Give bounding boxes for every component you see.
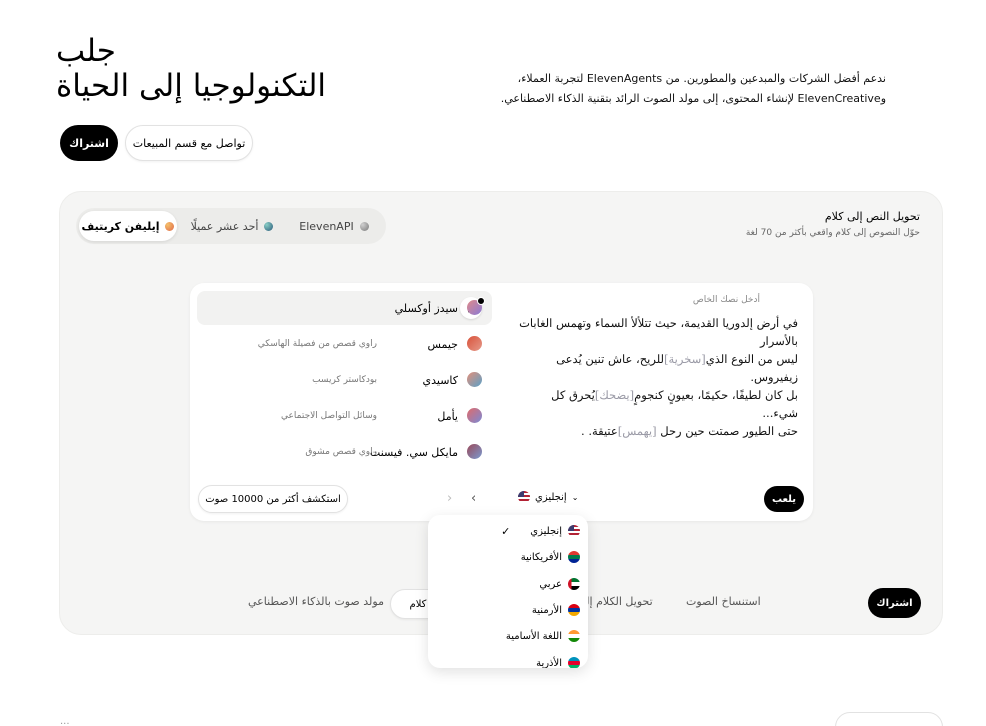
tag-laughs: [يضحك] [594, 388, 635, 402]
language-option[interactable]: الأذرية [436, 650, 580, 668]
tab-label: أحد عشر عميلًا [190, 219, 259, 233]
chevron-right-icon[interactable]: › [447, 491, 452, 506]
tag-sarcasm: [سخرية] [664, 352, 706, 366]
tab-speech-to-text[interactable]: تحويل الكلام إلى [577, 595, 653, 608]
voice-description: راوي قصص من فصيلة الهاسكي [257, 339, 377, 349]
tab-ai-voice-generator[interactable]: مولد صوت بالذكاء الاصطناعي [248, 595, 384, 608]
voice-item[interactable]: بودكاستر كريسب كاسيدي [197, 363, 492, 397]
text-span: ليس من النوع الذي [705, 352, 798, 366]
us-flag-icon [518, 491, 530, 503]
agents-dot-icon [264, 221, 274, 231]
language-option[interactable]: اللغة الأسامية [436, 623, 580, 649]
editor-label: أدخل نصك الخاص [692, 295, 760, 305]
selected-check-icon [477, 297, 485, 305]
language-label: إنجليزي [530, 525, 562, 537]
voice-name: جيمس [427, 337, 458, 351]
language-option[interactable]: الأرمنية [436, 597, 580, 623]
voice-name: مايكل سي. فيسنت [369, 445, 458, 459]
voice-item[interactable]: راوي قصص مشوق مايكل سي. فيسنت [197, 435, 492, 469]
voice-item[interactable]: راوي قصص من فصيلة الهاسكي جيمس [197, 327, 492, 361]
avatar [467, 444, 482, 459]
api-dot-icon [359, 221, 369, 231]
page-title: جلب التكنولوجيا إلى الحياة [56, 34, 376, 104]
language-option[interactable]: عربي [436, 571, 580, 597]
product-tabs: إيليفن كريتيف أحد عشر عميلًا ElevenAPI [76, 208, 386, 244]
avatar [467, 372, 482, 387]
editor-line: حتى الطيور صمتت حين رحل [يهمس]عتيقة. . [512, 422, 798, 440]
signup-button[interactable]: اشتراك [60, 125, 118, 161]
editor-line: في أرض إلدوريا القديمة، حيث تتلألأ السما… [519, 316, 798, 348]
language-label: الأفريكانية [520, 551, 562, 563]
voice-name: سيدز أوكسلي [394, 301, 458, 315]
language-label: الأذرية [536, 657, 562, 669]
avatar [467, 408, 482, 423]
description-line-2: وElevenCreative لإنشاء المحتوى، إلى مولد… [500, 92, 886, 105]
voice-name: يأمل [437, 409, 458, 423]
tab-label: ElevenAPI [299, 219, 354, 233]
title-line-2: التكنولوجيا إلى الحياة [56, 68, 327, 104]
explore-voices-button[interactable]: استكشف أكثر من 10000 صوت [198, 485, 348, 513]
footer-button-partial[interactable] [835, 712, 943, 726]
text-span: حتى الطيور صمتت حين رحل [660, 424, 798, 438]
text-span: . [581, 424, 585, 438]
language-option[interactable]: ✓ إنجليزي [436, 518, 580, 544]
tag-whispers: [يهمس] [617, 424, 657, 438]
in-flag-icon [568, 630, 580, 642]
za-flag-icon [568, 551, 580, 563]
voice-name: كاسيدي [422, 373, 458, 387]
text-span: عتيقة. [588, 424, 618, 438]
az-flag-icon [568, 657, 580, 668]
tab-voice-cloning[interactable]: استنساخ الصوت [686, 595, 761, 608]
tab-label: إيليفن كريتيف [81, 219, 160, 233]
tab-eleven-api[interactable]: ElevenAPI [287, 211, 381, 241]
tab-eleven-agents[interactable]: أحد عشر عميلًا [177, 211, 287, 241]
language-selected-label: إنجليزي [535, 491, 567, 503]
editor-line: بل كان لطيفًا، حكيمًا، بعيونٍ كنجومٍ[يضح… [512, 386, 798, 422]
chevron-down-icon: ⌄ [571, 492, 579, 502]
check-icon: ✓ [501, 524, 511, 538]
voice-description: وسائل التواصل الاجتماعي [281, 411, 377, 421]
editor-line: ليس من النوع الذي[سخرية]للريح، عاش تنين … [512, 350, 798, 386]
text-span: بل كان لطيفًا، حكيمًا، بعيونٍ كنجومٍ [634, 388, 798, 402]
language-label: الأرمنية [531, 604, 562, 616]
language-label: اللغة الأسامية [505, 630, 562, 642]
description-line-1: ندعم أفضل الشركات والمبدعين والمطورين. م… [517, 72, 886, 85]
feature-subtitle: حوّل النصوص إلى كلام واقعي بأكثر من 70 ل… [745, 228, 920, 238]
footer-partial-left: ... [60, 716, 70, 726]
voice-item[interactable]: وسائل التواصل الاجتماعي يأمل [197, 399, 492, 433]
am-flag-icon [568, 604, 580, 616]
feature-title: تحويل النص إلى كلام [824, 210, 920, 223]
text-editor[interactable]: في أرض إلدوريا القديمة، حيث تتلألأ السما… [512, 314, 798, 440]
voice-item[interactable]: سيدز أوكسلي [197, 291, 492, 325]
creative-dot-icon [165, 221, 175, 231]
tab-eleven-creative[interactable]: إيليفن كريتيف [79, 211, 177, 241]
language-option[interactable]: الأفريكانية [436, 544, 580, 570]
language-select[interactable]: إنجليزي ⌄ [518, 491, 578, 503]
contact-sales-button[interactable]: تواصل مع قسم المبيعات [125, 125, 253, 161]
ae-flag-icon [568, 578, 580, 590]
play-button[interactable]: يلعب [764, 486, 804, 512]
signup-button-bottom[interactable]: اشتراك [868, 588, 921, 618]
language-dropdown: ✓ إنجليزي الأفريكانية عربي الأرمنية اللغ… [428, 515, 588, 668]
hero-description: ندعم أفضل الشركات والمبدعين والمطورين. م… [500, 69, 886, 109]
voice-description: بودكاستر كريسب [312, 375, 377, 385]
chevron-left-icon[interactable]: ‹ [471, 491, 476, 506]
avatar [467, 336, 482, 351]
voice-description: راوي قصص مشوق [305, 447, 377, 457]
us-flag-icon [568, 525, 580, 537]
language-label: عربي [539, 578, 562, 590]
title-line-1: جلب [56, 33, 116, 69]
